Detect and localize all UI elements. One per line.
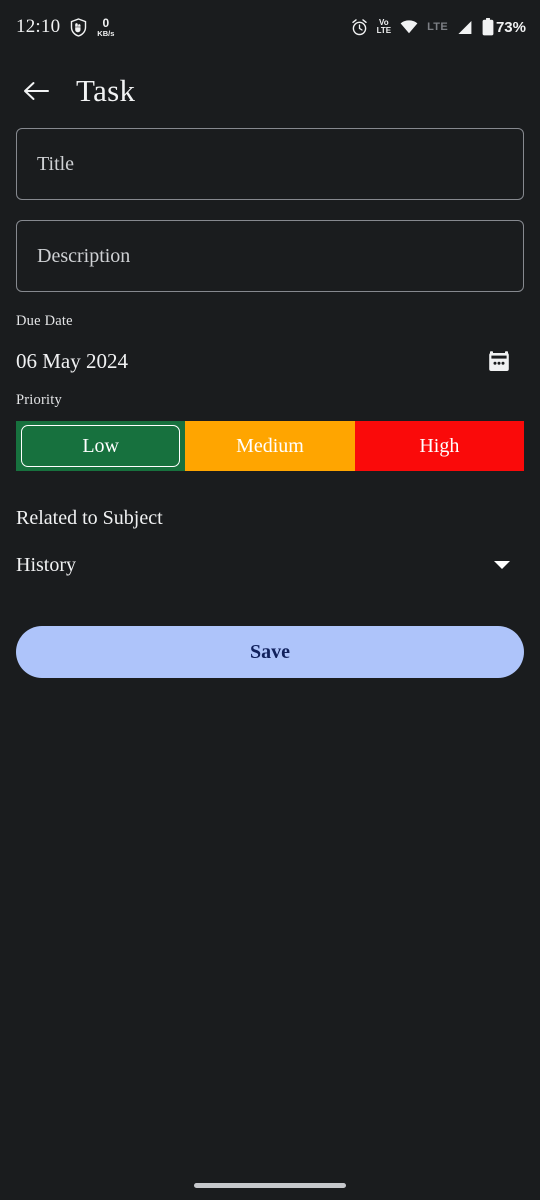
priority-option-high-label: High <box>419 434 460 457</box>
description-placeholder: Description <box>37 244 131 267</box>
wifi-icon <box>400 20 418 34</box>
related-subject-value: History <box>16 553 76 576</box>
network-speed-value: 0 <box>102 15 110 30</box>
network-speed-indicator: 0 KB/s <box>97 17 114 38</box>
save-button[interactable]: Save <box>16 626 524 678</box>
shield-icon <box>70 17 87 37</box>
status-bar: 12:10 0 KB/s Vo LTE LTE 73% <box>0 0 540 54</box>
network-type-label: LTE <box>427 21 448 33</box>
signal-icon <box>457 20 473 35</box>
status-bar-right: Vo LTE LTE 73% <box>351 18 526 36</box>
status-time: 12:10 <box>16 16 61 37</box>
due-date-value: 06 May 2024 <box>16 348 128 373</box>
related-subject-label: Related to Subject <box>16 507 163 529</box>
home-indicator[interactable] <box>194 1183 346 1188</box>
battery-status: 73% <box>482 18 526 36</box>
due-date-row[interactable]: 06 May 2024 <box>16 338 524 384</box>
title-placeholder: Title <box>37 152 75 175</box>
volte-bottom-label: LTE <box>376 26 392 35</box>
title-input[interactable]: Title <box>16 128 524 200</box>
battery-icon <box>482 18 494 36</box>
back-button[interactable] <box>22 77 50 105</box>
priority-option-high[interactable]: High <box>354 421 524 471</box>
due-date-label: Due Date <box>16 313 73 329</box>
priority-option-medium[interactable]: Medium <box>185 421 355 471</box>
priority-segmented-control: Low Medium High <box>16 421 524 471</box>
description-input[interactable]: Description <box>16 220 524 292</box>
volte-icon: Vo LTE <box>376 18 392 36</box>
priority-option-medium-label: Medium <box>236 434 304 457</box>
app-bar: Task <box>0 54 540 128</box>
battery-percent: 73% <box>495 18 526 36</box>
task-form: Title Description Due Date 06 May 2024 P… <box>0 128 540 678</box>
arrow-left-icon <box>23 80 49 102</box>
network-speed-unit: KB/s <box>97 28 115 38</box>
priority-option-low[interactable]: Low <box>16 421 186 471</box>
status-bar-left: 12:10 0 KB/s <box>16 16 114 38</box>
priority-option-low-label: Low <box>82 434 119 457</box>
page-title: Task <box>76 73 136 108</box>
related-subject-dropdown[interactable]: History <box>16 544 524 586</box>
alarm-icon <box>351 18 368 36</box>
calendar-icon[interactable] <box>488 350 524 372</box>
priority-label: Priority <box>16 392 62 408</box>
chevron-down-icon[interactable] <box>494 561 510 569</box>
